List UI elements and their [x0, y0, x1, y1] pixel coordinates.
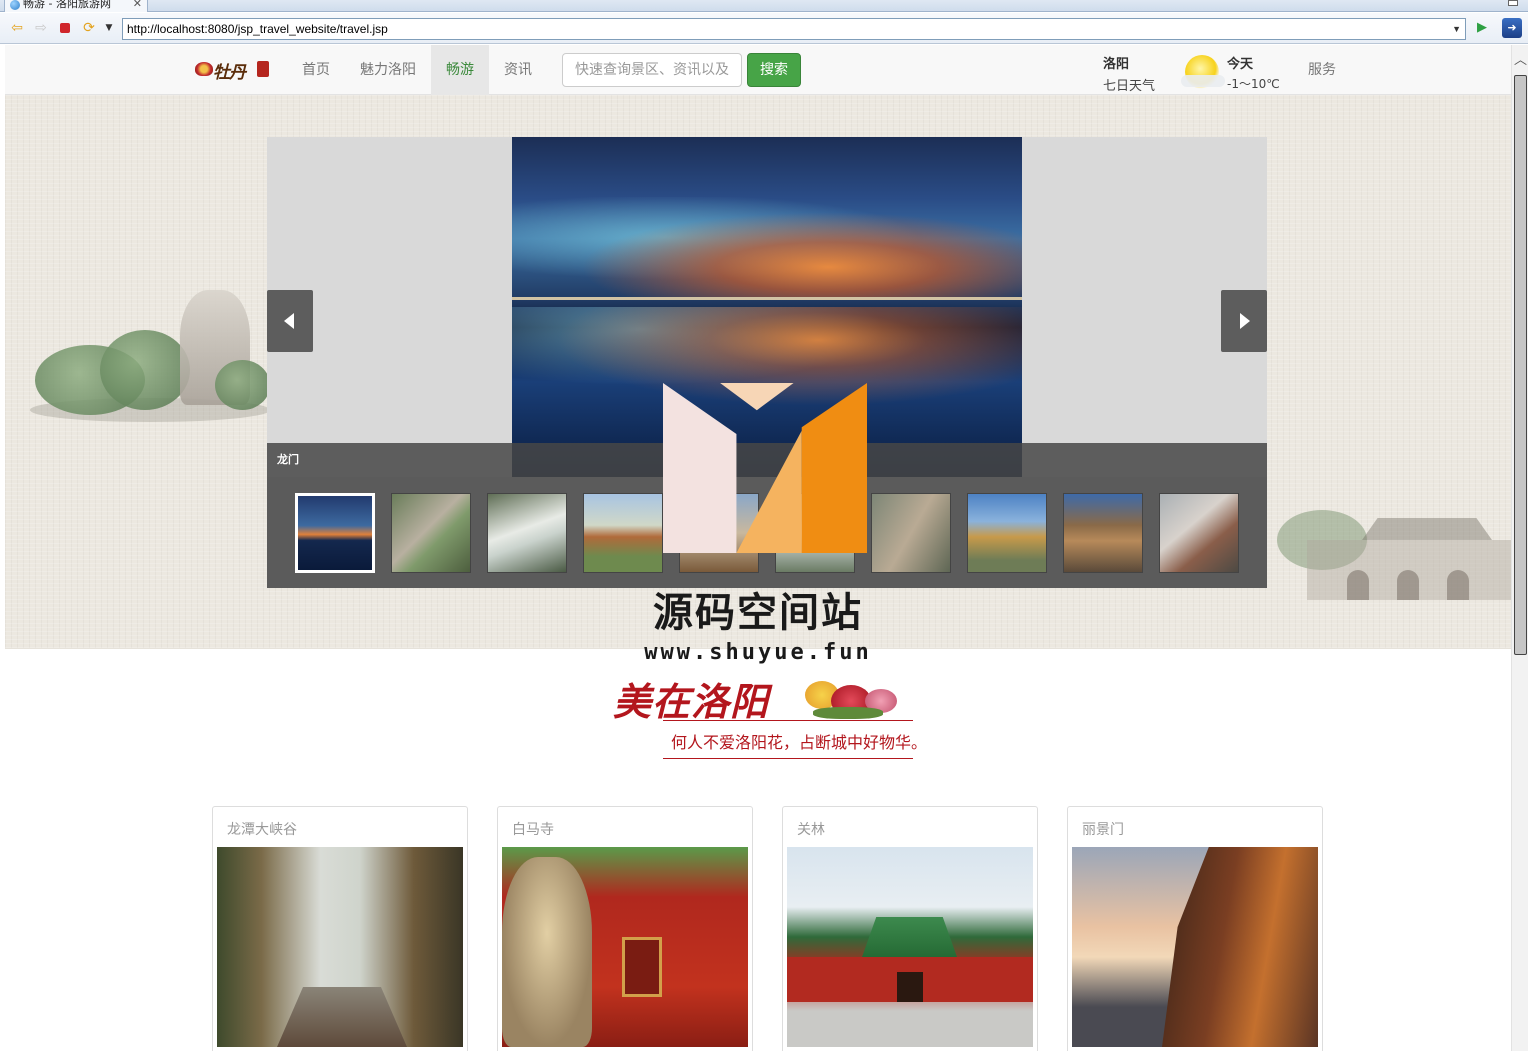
nav-item-charm-luoyang[interactable]: 魅力洛阳	[347, 45, 429, 95]
card-title[interactable]: 关林	[797, 819, 825, 839]
peony-logo-icon	[195, 62, 213, 76]
address-dropdown-icon[interactable]: ▼	[1452, 19, 1461, 39]
watermark-title: 源码空间站	[653, 590, 863, 636]
site-header: 牡丹 首页 魅力洛阳 畅游 资讯 快速查询景区、资讯以及 搜索 洛阳 七日天气 …	[5, 45, 1511, 95]
back-icon[interactable]: ⇦	[9, 20, 25, 36]
carousel-thumbnail[interactable]	[1159, 493, 1239, 573]
card-title[interactable]: 丽景门	[1082, 819, 1124, 839]
card-title[interactable]: 白马寺	[512, 819, 554, 839]
refresh-icon[interactable]: ⟳	[81, 20, 97, 36]
buddha-decoration	[30, 290, 270, 440]
card-image[interactable]	[1072, 847, 1318, 1047]
card-image[interactable]	[787, 847, 1033, 1047]
extension-icon[interactable]: ➜	[1502, 18, 1522, 38]
scroll-up-icon[interactable]: ︿	[1514, 54, 1527, 67]
section-subtitle: 何人不爱洛阳花，占断城中好物华。	[671, 733, 928, 752]
carousel-thumbnail[interactable]	[871, 493, 951, 573]
vertical-scrollbar[interactable]: ︿	[1511, 45, 1528, 1051]
stop-icon[interactable]	[57, 20, 73, 36]
carousel-thumbnail[interactable]	[583, 493, 663, 573]
watermark-logo	[663, 383, 867, 553]
attraction-card[interactable]: 白马寺	[497, 806, 753, 1051]
page-viewport: 牡丹 首页 魅力洛阳 畅游 资讯 快速查询景区、资讯以及 搜索 洛阳 七日天气 …	[5, 45, 1511, 1051]
tab-title: 畅游 - 洛阳旅游网	[23, 0, 111, 10]
sunny-cloud-icon	[1181, 53, 1225, 89]
carousel-thumbnail[interactable]	[967, 493, 1047, 573]
window-restore-icon[interactable]	[1508, 0, 1518, 6]
attraction-card[interactable]: 关林	[782, 806, 1038, 1051]
browser-tab[interactable]: 畅游 - 洛阳旅游网 ✕	[4, 0, 148, 12]
nav-item-news[interactable]: 资讯	[491, 45, 545, 95]
carousel-prev-button[interactable]	[267, 290, 313, 352]
logo-text: 牡丹	[213, 63, 246, 83]
nav-item-home[interactable]: 首页	[289, 45, 343, 95]
carousel-thumbnail[interactable]	[487, 493, 567, 573]
weather-day: 今天	[1227, 57, 1254, 72]
search-input[interactable]: 快速查询景区、资讯以及	[562, 53, 742, 87]
nav-item-travel[interactable]: 畅游	[431, 45, 489, 95]
carousel-next-button[interactable]	[1221, 290, 1267, 352]
close-tab-icon[interactable]: ✕	[133, 0, 142, 11]
browser-tab-bar: 畅游 - 洛阳旅游网 ✕	[0, 0, 1528, 12]
carousel-thumbnail[interactable]	[1063, 493, 1143, 573]
browser-navigation-bar: ⇦ ⇨ ⟳ ▼ http://localhost:8080/jsp_travel…	[0, 13, 1528, 44]
carousel-thumbnail[interactable]	[295, 493, 375, 573]
address-bar[interactable]: http://localhost:8080/jsp_travel_website…	[122, 18, 1466, 40]
carousel-thumbnail[interactable]	[391, 493, 471, 573]
card-title[interactable]: 龙潭大峡谷	[227, 819, 297, 839]
forward-icon[interactable]: ⇨	[33, 20, 49, 36]
section-title: 美在洛阳 何人不爱洛阳花，占断城中好物华。	[605, 663, 927, 763]
card-image[interactable]	[217, 847, 463, 1047]
site-logo[interactable]: 牡丹	[195, 58, 273, 83]
hero-banner: 龙门	[5, 95, 1511, 649]
weather-temperature: -1～10℃	[1227, 77, 1280, 91]
section-heading: 美在洛阳	[613, 679, 770, 724]
peony-flowers-icon	[805, 673, 905, 723]
address-url: http://localhost:8080/jsp_travel_website…	[127, 22, 388, 36]
search-button[interactable]: 搜索	[747, 53, 801, 87]
seven-day-weather-link[interactable]: 七日天气	[1103, 75, 1155, 94]
attraction-card[interactable]: 丽景门	[1067, 806, 1323, 1051]
watermark-url: www.shuyue.fun	[644, 640, 872, 665]
attraction-card[interactable]: 龙潭大峡谷	[212, 806, 468, 1051]
scrollbar-thumb[interactable]	[1514, 75, 1527, 655]
seal-icon	[257, 61, 269, 77]
card-image[interactable]	[502, 847, 748, 1047]
weather-city: 洛阳	[1103, 57, 1130, 72]
nav-item-service[interactable]: 服务	[1295, 45, 1349, 95]
dropdown-icon[interactable]: ▼	[101, 20, 117, 36]
go-icon[interactable]: ▶	[1474, 20, 1490, 36]
globe-icon	[10, 0, 20, 10]
